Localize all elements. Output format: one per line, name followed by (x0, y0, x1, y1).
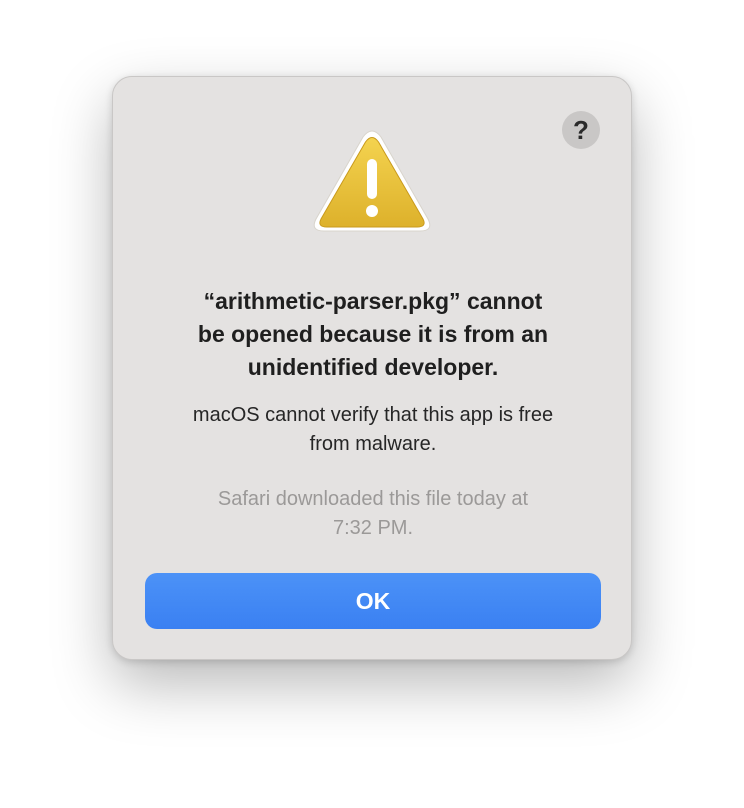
warning-triangle-icon (313, 130, 431, 232)
alert-dialog: ? “arithmetic-parser.pkg” cannot be open… (112, 76, 632, 660)
download-info-text: Safari downloaded this file today at 7:3… (217, 488, 529, 539)
dialog-title: “arithmetic-parser.pkg” cannot be opened… (197, 288, 549, 380)
ok-button[interactable]: OK (145, 573, 601, 629)
screen: ? “arithmetic-parser.pkg” cannot be open… (0, 0, 744, 808)
help-button[interactable]: ? (562, 111, 600, 149)
dialog-message: macOS cannot verify that this app is fre… (192, 404, 554, 455)
